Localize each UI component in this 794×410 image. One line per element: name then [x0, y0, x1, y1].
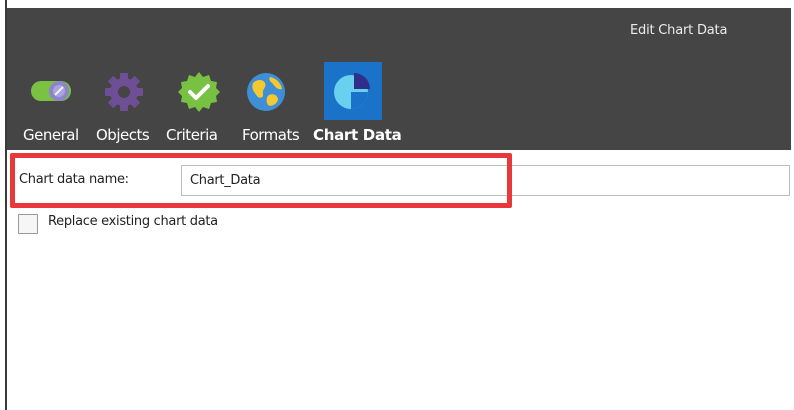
tab-criteria-label: Criteria — [166, 126, 218, 144]
replace-existing-checkbox[interactable] — [18, 214, 38, 234]
chart-name-label: Chart data name: — [19, 172, 129, 187]
tab-chart-data-label: Chart Data — [313, 126, 402, 144]
tab-formats[interactable]: Formats — [236, 8, 304, 150]
tab-formats-label: Formats — [242, 126, 300, 144]
toggle-switch-icon — [29, 76, 75, 110]
window-top-edge — [0, 0, 794, 8]
tab-criteria[interactable]: Criteria — [166, 8, 234, 150]
gear-icon — [103, 71, 145, 117]
window-title: Edit Chart Data — [630, 23, 728, 38]
dialog-header: Edit Chart Data General Objects Criteria… — [7, 8, 791, 150]
tab-objects-label: Objects — [96, 126, 150, 144]
globe-icon — [245, 71, 287, 117]
window-left-border — [0, 0, 7, 410]
replace-existing-label: Replace existing chart data — [48, 214, 218, 229]
tab-general[interactable]: General — [23, 8, 87, 150]
tab-chart-data[interactable]: Chart Data — [307, 8, 407, 150]
chart-name-input[interactable] — [181, 165, 790, 196]
tab-general-label: General — [23, 126, 79, 144]
pie-chart-icon — [330, 70, 374, 118]
verified-badge-icon — [177, 70, 221, 118]
tab-objects[interactable]: Objects — [94, 8, 164, 150]
